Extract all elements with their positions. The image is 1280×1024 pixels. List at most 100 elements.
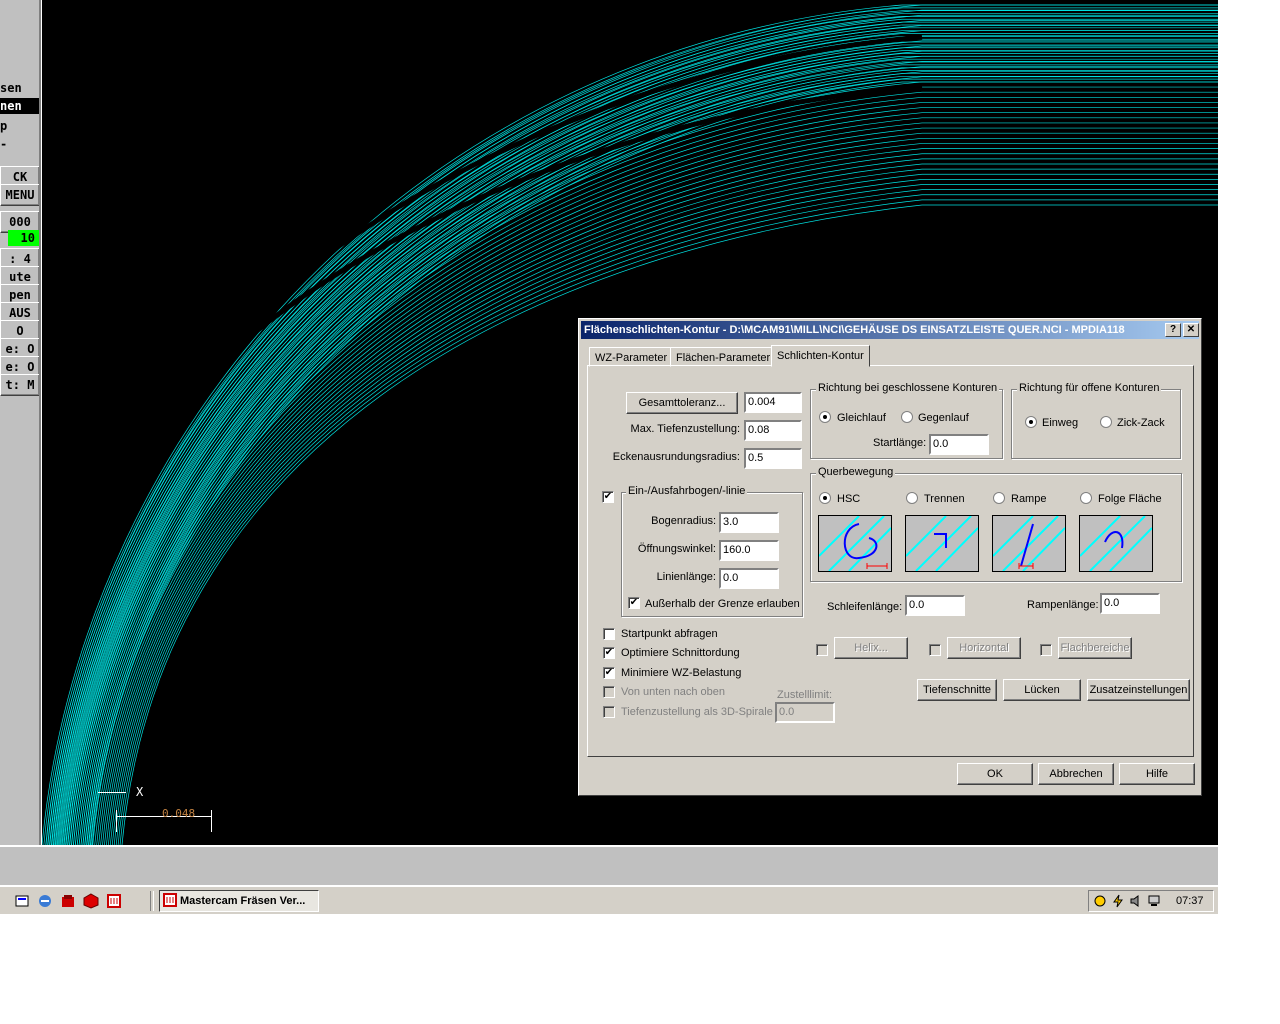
menu-item[interactable]: sen [0, 80, 39, 96]
loop-length-input[interactable]: 0.0 [905, 595, 965, 616]
ramp-length-label: Rampenlänge: [1027, 599, 1099, 611]
additional-settings-button[interactable]: Zusatzeinstellungen [1087, 679, 1190, 701]
ok-button[interactable]: OK [957, 763, 1033, 785]
tolerance-input[interactable]: 0.004 [744, 392, 802, 413]
main-menu-panel: sen nen p - CK MENU 000 10: 4 ute pen AUS Oe: Oe: O… [0, 0, 41, 845]
helix-button[interactable]: Helix... [834, 637, 908, 659]
cross-movement-group: Querbewegung HSC Trennen Rampe Folge Flä… [810, 466, 1182, 582]
axis-line [98, 792, 126, 793]
3d-spiral-checkbox[interactable] [603, 706, 615, 718]
zigzag-radio[interactable] [1100, 416, 1112, 428]
bottom-up-checkbox[interactable] [603, 686, 615, 698]
cube-icon[interactable] [83, 893, 99, 909]
internet-explorer-icon[interactable] [37, 893, 53, 909]
max-depth-input[interactable]: 0.08 [744, 420, 802, 441]
sweep-angle-input[interactable]: 160.0 [719, 540, 779, 561]
dialog-title: Flächenschlichten-Kontur - D:\MCAM91\MIL… [584, 324, 1125, 336]
arc-radius-input[interactable]: 3.0 [719, 512, 779, 533]
axis-label: X [136, 785, 144, 799]
climb-radio[interactable] [819, 411, 831, 423]
corner-radius-input[interactable]: 0.5 [744, 448, 802, 469]
mill-icon[interactable] [106, 893, 122, 909]
line-length-label: Linienlänge: [656, 571, 716, 583]
mastercam-icon[interactable] [60, 893, 76, 909]
system-tray: 07:37 [1088, 890, 1214, 912]
menu-item[interactable]: p [0, 118, 39, 134]
arc-radius-label: Bogenradius: [651, 515, 716, 527]
break-radio[interactable] [906, 492, 918, 504]
depth-cuts-button[interactable]: Tiefenschnitte [917, 679, 997, 701]
query-startpoint-checkbox[interactable] [603, 628, 615, 640]
one-way-radio[interactable] [1025, 416, 1037, 428]
tray-power-icon[interactable] [1111, 894, 1125, 911]
prompt-area [0, 845, 1218, 885]
menu-item[interactable]: nen [0, 98, 39, 114]
allow-outside-boundary-checkbox[interactable]: ✔ [628, 597, 640, 609]
break-label: Trennen [924, 493, 965, 505]
close-button[interactable]: ✕ [1183, 323, 1199, 337]
horizontal-checkbox[interactable] [929, 644, 941, 656]
taskbar-separator [150, 891, 154, 911]
dialog-titlebar[interactable]: Flächenschlichten-Kontur - D:\MCAM91\MIL… [581, 321, 1199, 339]
helix-checkbox[interactable] [816, 644, 828, 656]
one-way-label: Einweg [1042, 417, 1079, 429]
horizontal-button[interactable]: Horizontal [947, 637, 1021, 659]
hsc-preview-image[interactable] [818, 515, 892, 572]
break-preview-image[interactable] [905, 515, 979, 572]
menu-item[interactable]: 10 [8, 230, 39, 246]
open-contours-group: Richtung für offene Konturen Einweg Zick… [1011, 382, 1181, 459]
lead-in-out-title: Ein-/Ausfahrbogen/-linie [626, 485, 748, 497]
lead-in-out-checkbox[interactable]: ✔ [602, 491, 614, 503]
minimize-tool-load-checkbox[interactable]: ✔ [603, 667, 615, 679]
follow-surface-label: Folge Fläche [1098, 493, 1162, 505]
flat-areas-button[interactable]: Flachbereiche [1058, 637, 1132, 659]
cancel-button[interactable]: Abbrechen [1038, 763, 1114, 785]
follow-surface-radio[interactable] [1080, 492, 1092, 504]
hsc-radio[interactable] [819, 492, 831, 504]
tab-flaechen-parameter[interactable]: Flächen-Parameter [670, 347, 777, 367]
query-startpoint-label: Startpunkt abfragen [621, 628, 718, 640]
follow-surface-preview-image[interactable] [1079, 515, 1153, 572]
tray-volume-icon[interactable] [1129, 894, 1143, 911]
desktop-icon[interactable] [14, 893, 30, 909]
conventional-radio[interactable] [901, 411, 913, 423]
tab-panel: Gesamttoleranz... 0.004 Max. Tiefenzuste… [587, 365, 1194, 757]
clock: 07:37 [1176, 895, 1204, 907]
taskbar-app-label: Mastercam Fräsen Ver... [180, 895, 306, 907]
corner-radius-label: Eckenausrundungsradius: [612, 451, 740, 463]
allow-outside-boundary-label: Außerhalb der Grenze erlauben [645, 598, 800, 610]
ramp-label: Rampe [1011, 493, 1047, 505]
taskbar-app-button[interactable]: Mastercam Fräsen Ver... [159, 890, 319, 912]
gaps-button[interactable]: Lücken [1003, 679, 1081, 701]
tab-schlichten-kontur[interactable]: Schlichten-Kontur [771, 345, 870, 367]
minimize-tool-load-label: Minimiere WZ-Belastung [621, 667, 742, 679]
tray-computer-icon[interactable] [1147, 894, 1161, 911]
bottom-up-label: Von unten nach oben [621, 686, 725, 698]
total-tolerance-button[interactable]: Gesamttoleranz... [626, 392, 738, 414]
optimize-cut-order-checkbox[interactable]: ✔ [603, 647, 615, 659]
zigzag-label: Zick-Zack [1117, 417, 1165, 429]
menu-item[interactable]: - [0, 136, 39, 152]
finish-contour-dialog: Flächenschlichten-Kontur - D:\MCAM91\MIL… [578, 318, 1202, 796]
tab-wz-parameter[interactable]: WZ-Parameter [589, 347, 674, 367]
ramp-radio[interactable] [993, 492, 1005, 504]
menu-item[interactable]: MENU [0, 184, 39, 206]
closed-contours-title: Richtung bei geschlossene Konturen [816, 382, 1000, 394]
help-question-button[interactable]: ? [1165, 323, 1181, 337]
tray-network-icon[interactable] [1093, 894, 1107, 911]
line-length-input[interactable]: 0.0 [719, 568, 779, 589]
flat-areas-checkbox[interactable] [1040, 644, 1052, 656]
ramp-length-input[interactable]: 0.0 [1100, 593, 1160, 614]
sweep-angle-label: Öffnungswinkel: [637, 543, 716, 555]
3d-spiral-label: Tiefenzustellung als 3D-Spirale [621, 706, 773, 718]
climb-label: Gleichlauf [837, 412, 886, 424]
help-button[interactable]: Hilfe [1119, 763, 1195, 785]
start-length-input[interactable]: 0.0 [929, 434, 989, 455]
open-contours-title: Richtung für offene Konturen [1017, 382, 1162, 394]
scale-value: 0.048 [162, 807, 196, 820]
mastercam-app-icon [163, 893, 177, 911]
max-depth-label: Max. Tiefenzustellung: [630, 423, 740, 435]
ramp-preview-image[interactable] [992, 515, 1066, 572]
feed-limit-input[interactable]: 0.0 [775, 702, 835, 723]
menu-item[interactable]: t: M [0, 374, 39, 396]
